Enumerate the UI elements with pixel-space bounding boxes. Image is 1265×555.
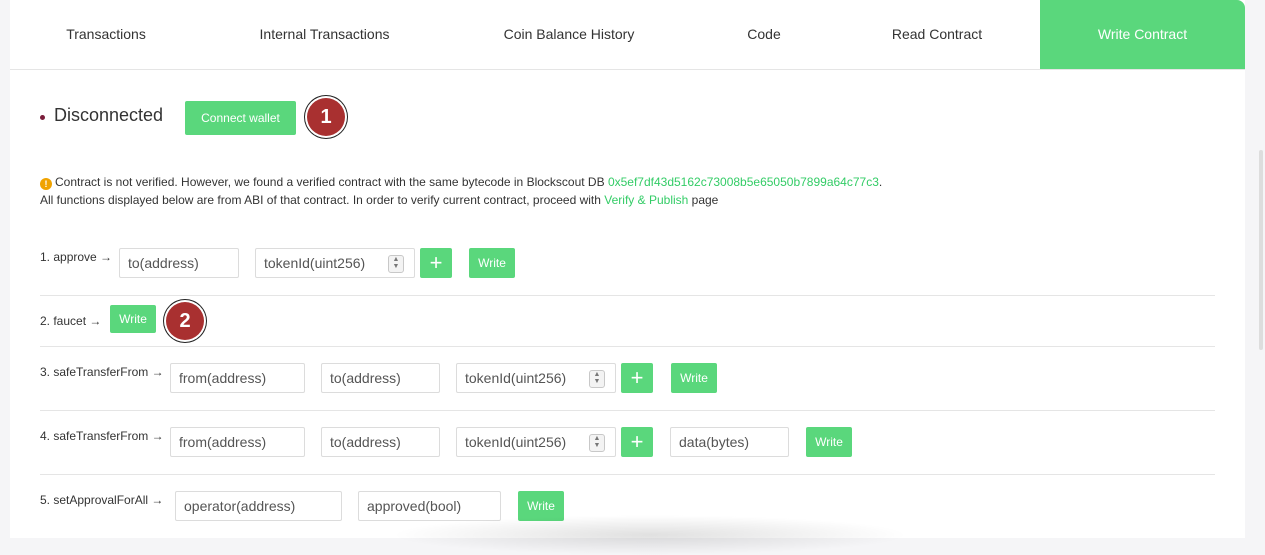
tab-internal-transactions[interactable]: Internal Transactions: [232, 0, 417, 69]
notice-text-2: All functions displayed below are from A…: [40, 193, 605, 207]
status-dot: [40, 115, 45, 120]
approve-tokenid-input[interactable]: tokenId(uint256) ▲ ▼: [255, 248, 415, 278]
notice-period: .: [878, 175, 883, 189]
verified-contract-link[interactable]: 0x5ef7df43d5162c73008b5e65050b7899a64c77…: [608, 175, 879, 189]
function-label-approve: 1. approve →: [40, 250, 113, 264]
function-label-safetransferfrom: 3. safeTransferFrom →: [40, 365, 164, 379]
tab-write-contract[interactable]: Write Contract: [1040, 0, 1245, 69]
setapprovalforall-operator-input[interactable]: operator(address): [175, 491, 342, 521]
write-button-faucet[interactable]: Write: [110, 305, 156, 333]
number-spinner-icon[interactable]: ▲ ▼: [589, 434, 605, 452]
number-spinner-icon[interactable]: ▲ ▼: [589, 370, 605, 388]
number-spinner-icon[interactable]: ▲ ▼: [388, 255, 404, 273]
function-label-setapprovalforall: 5. setApprovalForAll →: [40, 493, 164, 507]
step-badge-1: 1: [307, 98, 345, 136]
notice-page-suffix: page: [688, 193, 719, 207]
connect-wallet-button[interactable]: Connect wallet: [185, 101, 296, 135]
function-label-faucet: 2. faucet →: [40, 314, 102, 328]
add-param-button[interactable]: +: [621, 427, 653, 457]
toast-shadow: [390, 515, 910, 555]
safetransferfrom-to-input[interactable]: to(address): [321, 363, 440, 393]
contract-card: Transactions Internal Transactions Coin …: [10, 0, 1245, 555]
divider: [40, 474, 1215, 475]
tab-coin-balance-history[interactable]: Coin Balance History: [470, 0, 668, 69]
info-icon: !: [40, 178, 52, 190]
tab-bar: Transactions Internal Transactions Coin …: [10, 0, 1245, 70]
setapprovalforall-approved-input[interactable]: approved(bool): [358, 491, 501, 521]
notice-text-1: Contract is not verified. However, we fo…: [55, 175, 608, 189]
unverified-notice: ! Contract is not verified. However, we f…: [40, 173, 882, 209]
wallet-status: Disconnected: [54, 105, 164, 125]
divider: [40, 346, 1215, 347]
add-param-button[interactable]: +: [420, 248, 452, 278]
tab-read-contract[interactable]: Read Contract: [862, 0, 1012, 69]
verify-publish-link[interactable]: Verify & Publish: [604, 193, 688, 207]
tab-code[interactable]: Code: [724, 0, 804, 69]
page-scrollbar[interactable]: [1259, 150, 1263, 350]
safetransferfrom2-to-input[interactable]: to(address): [321, 427, 440, 457]
safetransferfrom2-data-input[interactable]: data(bytes): [670, 427, 789, 457]
divider: [40, 410, 1215, 411]
step-badge-2: 2: [166, 302, 204, 340]
approve-to-input[interactable]: to(address): [119, 248, 239, 278]
safetransferfrom2-from-input[interactable]: from(address): [170, 427, 305, 457]
add-param-button[interactable]: +: [621, 363, 653, 393]
safetransferfrom2-tokenid-input[interactable]: tokenId(uint256) ▲ ▼: [456, 427, 616, 457]
function-label-safetransferfrom-data: 4. safeTransferFrom →: [40, 429, 164, 443]
safetransferfrom-tokenid-placeholder: tokenId(uint256): [465, 370, 567, 386]
write-button-approve[interactable]: Write: [469, 248, 515, 278]
safetransferfrom-tokenid-input[interactable]: tokenId(uint256) ▲ ▼: [456, 363, 616, 393]
tab-transactions[interactable]: Transactions: [10, 0, 202, 69]
write-button-safetransferfrom[interactable]: Write: [671, 363, 717, 393]
safetransferfrom-from-input[interactable]: from(address): [170, 363, 305, 393]
safetransferfrom2-tokenid-placeholder: tokenId(uint256): [465, 434, 567, 450]
approve-tokenid-placeholder: tokenId(uint256): [264, 255, 366, 271]
divider: [40, 295, 1215, 296]
write-button-safetransferfrom-data[interactable]: Write: [806, 427, 852, 457]
